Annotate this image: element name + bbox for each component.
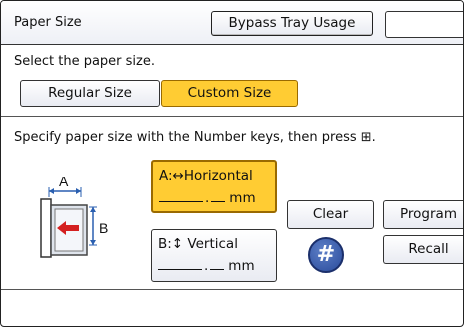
vertical-integer-blank [158, 269, 202, 270]
vertical-dimension-button[interactable]: B:↕ Vertical . mm [151, 229, 277, 282]
horizontal-prefix: A:↔ [159, 168, 184, 184]
horizontal-integer-blank [159, 201, 203, 202]
diagram-label-a: A [59, 177, 69, 189]
horizontal-unit: mm [229, 190, 256, 206]
vertical-unit: mm [228, 258, 255, 274]
title-bar: Paper Size Bypass Tray Usage [1, 1, 463, 45]
instruction-text: Specify paper size with the Number keys,… [14, 130, 376, 145]
select-paper-prompt: Select the paper size. [14, 54, 155, 69]
vertical-label: Vertical [187, 236, 238, 252]
title-right-tab [385, 11, 463, 38]
divider [1, 116, 463, 117]
bottom-divider [1, 289, 463, 290]
horizontal-dimension-button[interactable]: A:↔Horizontal . mm [151, 160, 277, 213]
horizontal-decimal-blank [211, 201, 226, 202]
hash-key-icon[interactable]: # [308, 237, 344, 273]
clear-button[interactable]: Clear [287, 200, 374, 229]
program-button[interactable]: Program [383, 200, 463, 229]
recall-button[interactable]: Recall [383, 235, 463, 264]
diagram-label-b: B [99, 220, 108, 236]
paper-size-diagram: A B [40, 177, 108, 258]
vertical-prefix: B:↕ [158, 236, 184, 252]
horizontal-label: Horizontal [183, 168, 253, 184]
custom-size-button[interactable]: Custom Size [161, 80, 298, 107]
vertical-decimal-blank [210, 269, 225, 270]
paper-size-panel: Paper Size Bypass Tray Usage Select the … [0, 0, 464, 327]
regular-size-button[interactable]: Regular Size [20, 80, 160, 107]
page-title: Paper Size [14, 15, 82, 30]
bypass-tray-usage-button[interactable]: Bypass Tray Usage [211, 11, 373, 36]
